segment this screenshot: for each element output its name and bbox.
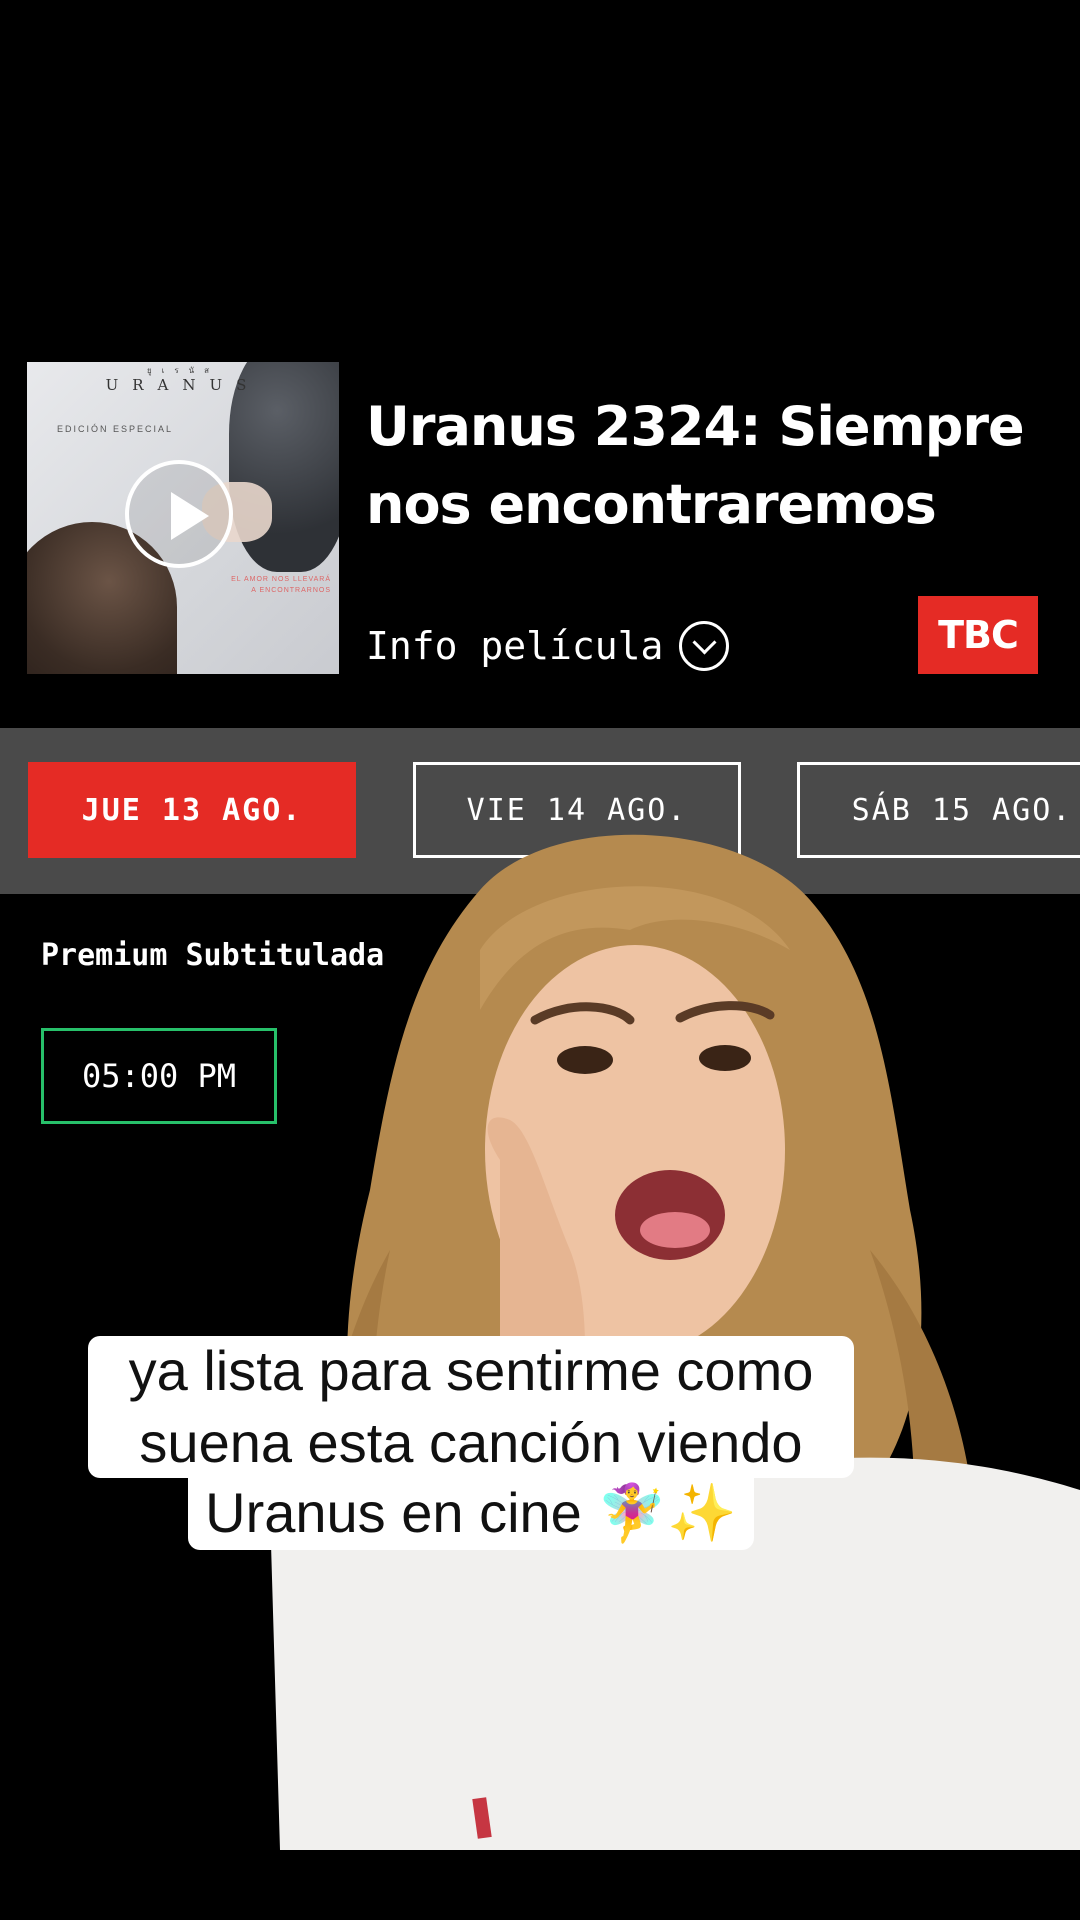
caption-line-3: Uranus en cine 🧚‍♀️✨ — [188, 1478, 754, 1550]
movie-title: Uranus 2324: Siempre nos encontraremos — [366, 395, 1025, 536]
rating-badge: TBC — [918, 596, 1038, 674]
showtime-format-label: Premium Subtitulada — [41, 938, 385, 973]
date-tab-jue-13[interactable]: JUE 13 AGO. — [28, 762, 356, 858]
date-selector: JUE 13 AGO. VIE 14 AGO. SÁB 15 AGO. — [0, 728, 1080, 894]
movie-poster[interactable]: ยูเรนัส URANUS EDICIÓN ESPECIAL EL AMOR … — [27, 362, 339, 674]
play-icon[interactable] — [125, 460, 233, 568]
date-tab-vie-14[interactable]: VIE 14 AGO. — [413, 762, 741, 858]
poster-brand: URANUS — [105, 376, 261, 394]
chevron-down-icon[interactable] — [679, 621, 730, 671]
movie-info-toggle[interactable]: Info película — [366, 618, 730, 674]
date-tab-sab-15[interactable]: SÁB 15 AGO. — [797, 762, 1080, 858]
movie-info-label: Info película — [366, 624, 664, 668]
poster-tagline: EL AMOR NOS LLEVARÁ A ENCONTRARNOS — [231, 576, 331, 594]
poster-edition: EDICIÓN ESPECIAL — [57, 424, 174, 434]
showtime-button[interactable]: 05:00 PM — [41, 1028, 277, 1124]
caption-line-1: ya lista para sentirme como — [88, 1336, 854, 1408]
caption-line-2: suena esta canción viendo — [88, 1408, 854, 1478]
person-overlay — [270, 834, 1080, 1850]
